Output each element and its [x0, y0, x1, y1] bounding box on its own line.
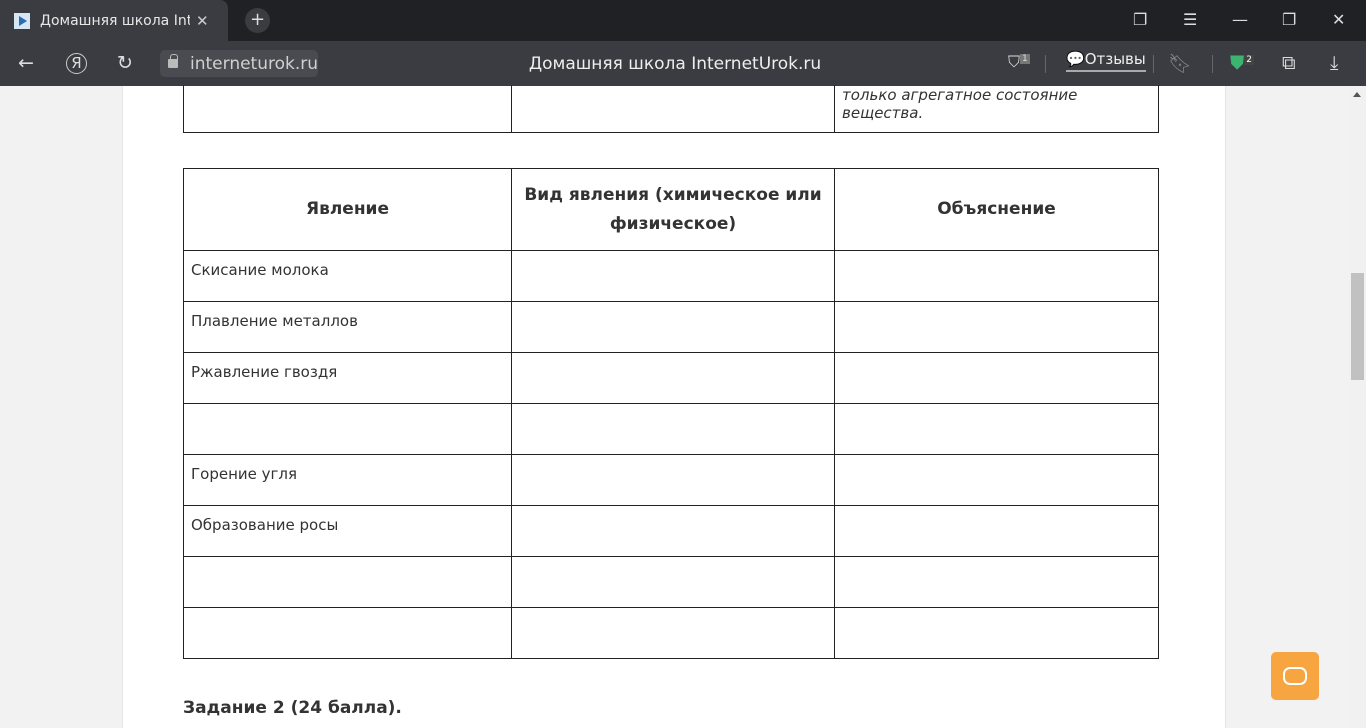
cell-text: только агрегатное состояние вещества. — [834, 85, 1159, 133]
table-row: Образование росы — [183, 505, 1159, 557]
chat-button[interactable] — [1271, 652, 1319, 700]
header-phenomenon: Явление — [183, 168, 512, 251]
type-cell[interactable] — [511, 250, 835, 302]
minimize-button[interactable]: — — [1232, 10, 1248, 29]
bookmark-icon[interactable]: 🔖︎ — [1168, 52, 1192, 75]
table-row: Горение угля — [183, 454, 1159, 506]
explanation-cell[interactable] — [834, 352, 1159, 404]
site-favicon-icon — [14, 12, 30, 29]
restore-button[interactable]: ❐ — [1282, 10, 1296, 29]
type-cell[interactable] — [511, 505, 835, 557]
explanation-cell[interactable] — [834, 607, 1159, 659]
type-cell[interactable] — [511, 607, 835, 659]
reviews-label: Отзывы — [1084, 50, 1146, 68]
phenomenon-cell: Скисание молока — [183, 250, 512, 302]
scrollbar-thumb[interactable] — [1351, 273, 1364, 380]
protect-badge: 1 — [1020, 53, 1030, 64]
explanation-cell[interactable] — [834, 556, 1159, 608]
cell — [511, 85, 835, 133]
phenomenon-cell: Образование росы — [183, 505, 512, 557]
page-content: только агрегатное состояние вещества. Яв… — [122, 85, 1226, 728]
phenomenon-cell — [183, 607, 512, 659]
close-window-button[interactable]: ✕ — [1332, 10, 1345, 29]
browser-tab[interactable]: Домашняя школа InternetUrok.ru ✕ — [0, 0, 228, 41]
cell — [183, 85, 512, 133]
tab-bar: Домашняя школа InternetUrok.ru✕ + ❐ ☰ — … — [0, 0, 1366, 41]
table-row — [183, 607, 1159, 659]
phenomenon-cell: Горение угля — [183, 454, 512, 506]
header-type: Вид явления (химическое или физическое) — [511, 168, 835, 251]
phenomenon-cell: Плавление металлов — [183, 301, 512, 353]
table-row: Ржавление гвоздя — [183, 352, 1159, 404]
explanation-cell[interactable] — [834, 301, 1159, 353]
divider — [1212, 55, 1213, 73]
type-cell[interactable] — [511, 352, 835, 404]
navigation-bar: ← Я ↻ interneturok.ru Домашняя школа Int… — [0, 41, 1366, 86]
phenomena-table: Явление Вид явления (химическое или физи… — [183, 168, 1159, 659]
phenomenon-cell: Ржавление гвоздя — [183, 352, 512, 404]
type-cell[interactable] — [511, 556, 835, 608]
page-title: Домашняя школа InternetUrok.ru — [528, 54, 822, 74]
type-cell[interactable] — [511, 454, 835, 506]
download-icon[interactable]: ⤓ — [1330, 52, 1338, 74]
reviews-button[interactable]: 💬Отзывы — [1066, 50, 1146, 72]
divider — [1045, 55, 1046, 73]
protect-shield-icon[interactable]: ⛉ 1 — [1008, 52, 1030, 72]
menu-icon[interactable]: ☰ — [1183, 10, 1197, 29]
close-tab-icon[interactable]: ✕ — [196, 12, 209, 30]
previous-table-fragment: только агрегатное состояние вещества. — [183, 85, 1159, 133]
scroll-up-icon[interactable] — [1353, 92, 1361, 97]
explanation-cell[interactable] — [834, 250, 1159, 302]
type-cell[interactable] — [511, 301, 835, 353]
extension-badge: 2 — [1244, 54, 1254, 65]
task-heading: Задание 2 (24 балла). — [183, 698, 402, 718]
phenomenon-cell — [183, 403, 512, 455]
explanation-cell[interactable] — [834, 454, 1159, 506]
tab-title: Домашняя школа InternetUrok.ru — [40, 12, 190, 29]
explanation-cell[interactable] — [834, 403, 1159, 455]
table-row — [183, 403, 1159, 455]
new-tab-button[interactable]: + — [245, 8, 270, 33]
table-header: Явление Вид явления (химическое или физи… — [183, 168, 1159, 251]
extension-shield-icon[interactable]: ⛊ 2 — [1230, 52, 1254, 74]
bookmarks-collections-icon[interactable]: ❐ — [1133, 10, 1147, 29]
table-row — [183, 556, 1159, 608]
table-row: Скисание молока — [183, 250, 1159, 302]
phenomenon-cell — [183, 556, 512, 608]
divider — [1153, 55, 1154, 73]
scrollbar[interactable] — [1349, 86, 1366, 728]
explanation-cell[interactable] — [834, 505, 1159, 557]
table-row: Плавление металлов — [183, 301, 1159, 353]
type-cell[interactable] — [511, 403, 835, 455]
collections-icon[interactable]: ⧉ — [1282, 52, 1296, 74]
header-explanation: Объяснение — [834, 168, 1159, 251]
